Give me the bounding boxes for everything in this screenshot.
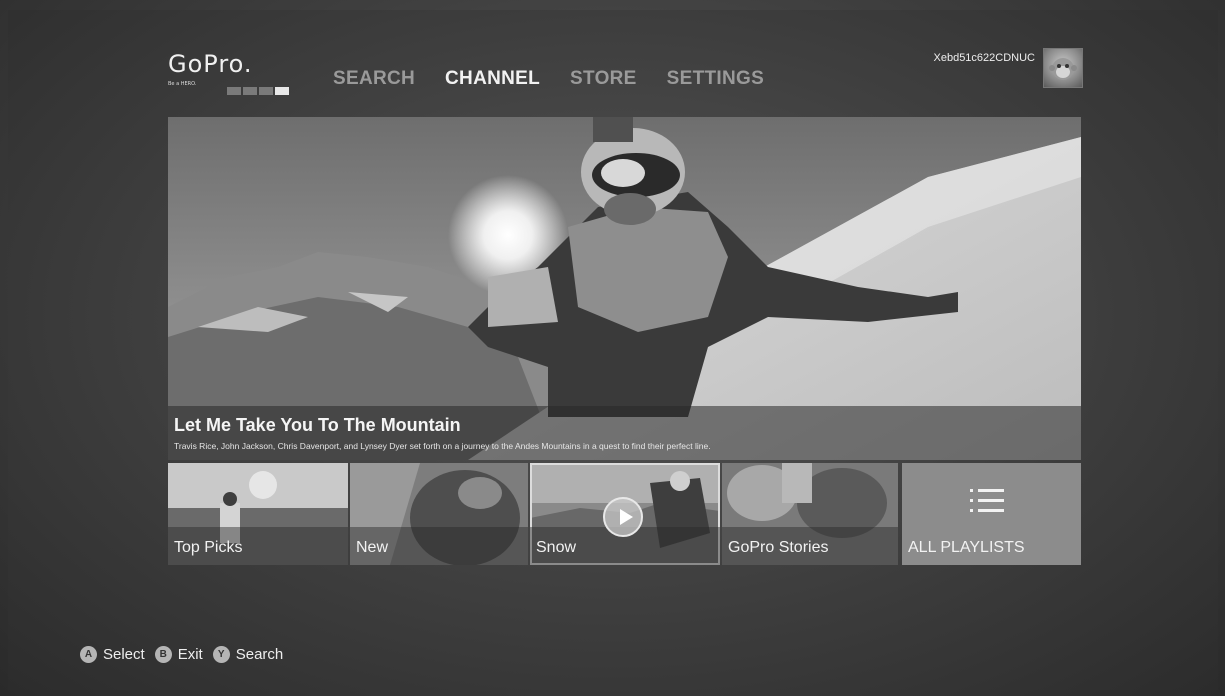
tile-new-label: New [356,539,389,556]
nav-settings[interactable]: SETTINGS [667,68,764,90]
hint-select-label: Select [103,646,145,663]
tile-all-playlists[interactable]: ALL PLAYLISTS [902,463,1081,565]
nav-channel[interactable]: CHANNEL [445,68,540,90]
hero-title: Let Me Take You To The Mountain [174,415,461,435]
logo-tagline: Be a HERO. [168,81,197,87]
hint-search[interactable]: Y Search [212,646,284,663]
tile-snow-label: Snow [536,539,577,556]
hint-select[interactable]: A Select [80,646,145,663]
hint-search-label: Search [235,646,284,663]
hero-subtitle: Travis Rice, John Jackson, Chris Davenpo… [174,441,711,451]
logo-bars [227,80,297,95]
featured-hero[interactable]: Let Me Take You To The Mountain Travis R… [168,117,1081,460]
a-button-icon: A [80,646,97,663]
list-icon [970,489,1004,513]
y-button-icon: Y [212,646,230,663]
gopro-logo: GoPro. Be a HERO. [168,50,308,95]
monkey-avatar-icon [1049,58,1077,80]
tile-gopro-stories[interactable]: GoPro Stories [722,463,898,565]
tile-new[interactable]: New [350,463,528,565]
playlist-row: Top Picks New Snow GoPro Stories ALL PLA… [168,463,1081,565]
controller-hints: A Select B Exit Y Search [80,646,293,663]
nav-store[interactable]: STORE [570,68,637,90]
b-button-icon: B [154,646,172,663]
main-nav: SEARCH CHANNEL STORE SETTINGS [333,68,794,90]
tile-all-playlists-label: ALL PLAYLISTS [908,539,1025,556]
tile-top-picks[interactable]: Top Picks [168,463,348,565]
tile-top-picks-label: Top Picks [174,539,243,556]
hint-exit[interactable]: B Exit [154,646,203,663]
tile-gopro-stories-label: GoPro Stories [728,539,829,556]
nav-search[interactable]: SEARCH [333,68,415,90]
hint-exit-label: Exit [177,646,203,663]
logo-wordmark: GoPro. [168,50,253,78]
avatar[interactable] [1043,48,1083,88]
play-icon[interactable] [603,497,643,537]
tile-snow[interactable]: Snow [530,463,720,565]
gamertag: Xebd51c622CDNUC [933,52,1036,64]
